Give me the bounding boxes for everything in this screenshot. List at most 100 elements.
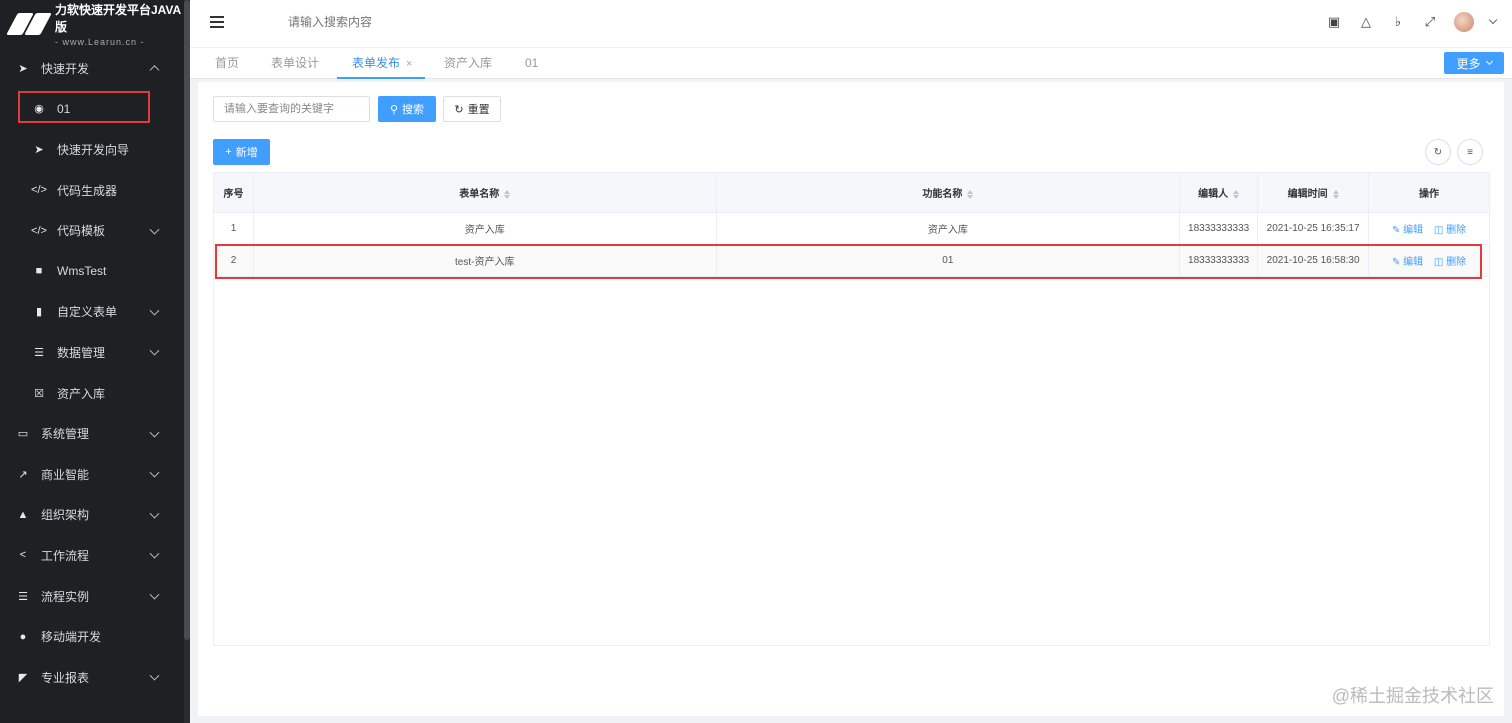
add-button[interactable]: + 新增	[213, 139, 270, 165]
menu-data-management[interactable]: ☰ 数据管理	[0, 332, 190, 373]
database-icon: ☰	[34, 346, 44, 359]
sort-icon[interactable]	[1332, 189, 1339, 199]
menu-workflow[interactable]: < 工作流程	[0, 535, 190, 576]
menu-reports[interactable]: ◤ 专业报表	[0, 657, 190, 698]
menu-process-instance[interactable]: ☰ 流程实例	[0, 576, 190, 617]
column-header: 序号	[213, 172, 254, 213]
column-header[interactable]: 编辑时间	[1257, 172, 1370, 213]
sort-icon[interactable]	[504, 189, 511, 199]
watermark: @稀土掘金技术社区	[1331, 686, 1494, 706]
menu-organization[interactable]: ▲ 组织架构	[0, 495, 190, 536]
keyword-input[interactable]: 请输入要查询的关键字	[213, 96, 370, 122]
menu-asset-inbound[interactable]: ☒ 资产入库	[0, 373, 190, 414]
edit-icon: ✎	[1391, 225, 1401, 236]
page-tabs: 首页 表单设计 表单发布 × 资产入库 01 更多	[190, 48, 1512, 79]
logo-mark-icon	[6, 10, 52, 38]
reset-button[interactable]: ↻ 重置	[443, 96, 501, 122]
tab-label: 首页	[215, 56, 240, 70]
menu-label: 代码模板	[57, 224, 106, 239]
actions-cell: ✎ 编辑 ◫ 删除	[1368, 244, 1490, 277]
menu-system-management[interactable]: ▭ 系统管理	[0, 413, 190, 454]
reset-label: 重置	[467, 104, 490, 116]
table-row[interactable]: 1 资产入库 资产入库 18333333333 2021-10-25 16:35…	[213, 212, 1490, 245]
menu-business-intelligence[interactable]: ↗ 商业智能	[0, 454, 190, 495]
column-header[interactable]: 表单名称	[252, 172, 717, 213]
scrollbar-thumb[interactable]	[184, 0, 190, 640]
close-icon[interactable]: ×	[406, 58, 412, 70]
menu-label: 数据管理	[57, 345, 106, 360]
tab-form-publish[interactable]: 表单发布 ×	[337, 48, 425, 79]
edit-link[interactable]: ✎ 编辑	[1392, 257, 1423, 268]
shirt-icon[interactable]: △	[1358, 14, 1374, 30]
close-box-icon: ☒	[34, 387, 44, 400]
hamburger-menu-icon[interactable]	[210, 16, 224, 28]
menu-wmstest[interactable]: ■ WmsTest	[0, 251, 190, 292]
sidebar-scrollbar[interactable]	[184, 0, 190, 723]
menu-mobile-dev[interactable]: ● 移动端开发	[0, 616, 190, 657]
app-title: 力软快速开发平台JAVA版	[54, 3, 182, 34]
row-index: 1	[213, 212, 254, 245]
column-header-label: 编辑时间	[1287, 189, 1328, 200]
chevron-down-icon	[149, 346, 160, 357]
refresh-icon: ↻	[454, 103, 464, 116]
menu-quick-dev-wizard[interactable]: ➤ 快速开发向导	[0, 129, 190, 170]
editor-cell: 18333333333	[1179, 244, 1259, 277]
plus-icon: +	[225, 146, 232, 158]
table-header-row: 序号 表单名称 功能名称 编辑人 编辑时间 操作	[213, 172, 1490, 213]
table-row[interactable]: 2 test-资产入库 01 18333333333 2021-10-25 16…	[213, 244, 1490, 277]
menu-quick-dev[interactable]: ➤ 快速开发	[0, 48, 190, 89]
column-header[interactable]: 功能名称	[715, 172, 1181, 213]
global-search-input[interactable]	[288, 15, 488, 29]
list-icon: ☰	[18, 590, 28, 603]
chart-line-icon: ↗	[18, 468, 28, 481]
lock-icon[interactable]: ▣	[1326, 14, 1342, 30]
menu-code-generator[interactable]: </> 代码生成器	[0, 170, 190, 211]
menu-label: 组织架构	[41, 508, 90, 523]
column-header-label: 功能名称	[922, 189, 963, 200]
refresh-table-button[interactable]: ↻	[1425, 139, 1451, 165]
edit-time-cell: 2021-10-25 16:58:30	[1257, 244, 1370, 277]
chevron-down-icon[interactable]	[1488, 15, 1498, 25]
row-index: 2	[213, 244, 254, 277]
sort-icon[interactable]	[967, 189, 974, 199]
menu-code-template[interactable]: </> 代码模板	[0, 210, 190, 251]
tab-label: 资产入库	[444, 56, 493, 70]
search-button[interactable]: ⚲ 搜索	[378, 96, 436, 122]
function-name-cell: 01	[715, 244, 1181, 277]
tab-form-design[interactable]: 表单设计	[271, 48, 319, 79]
chevron-down-icon	[149, 670, 160, 681]
edit-icon: ✎	[1391, 257, 1401, 268]
edit-link[interactable]: ✎ 编辑	[1392, 225, 1423, 236]
edit-label: 编辑	[1403, 225, 1424, 236]
fullscreen-icon[interactable]: ⤢	[1422, 14, 1438, 30]
tab-asset-inbound[interactable]: 资产入库	[444, 48, 492, 79]
edit-time-cell: 2021-10-25 16:35:17	[1257, 212, 1370, 245]
search-icon: ⚲	[389, 103, 399, 116]
sort-icon[interactable]	[1233, 189, 1240, 199]
tab-label: 表单设计	[271, 56, 320, 70]
file-icon: ▮	[35, 306, 43, 319]
delete-label: 删除	[1446, 257, 1467, 268]
menu-label: 专业报表	[41, 670, 90, 685]
form-name-cell: test-资产入库	[252, 244, 717, 277]
column-header: 操作	[1368, 172, 1490, 213]
bell-icon[interactable]: ♭	[1390, 14, 1406, 30]
tab-home[interactable]: 首页	[215, 48, 239, 79]
more-button[interactable]: 更多	[1444, 52, 1504, 74]
actions-cell: ✎ 编辑 ◫ 删除	[1368, 212, 1490, 245]
monitor-icon: ▭	[17, 428, 29, 441]
edit-label: 编辑	[1403, 257, 1424, 268]
tab-01[interactable]: 01	[525, 48, 538, 79]
column-settings-button[interactable]: ≡	[1457, 139, 1483, 165]
avatar[interactable]	[1454, 12, 1474, 32]
app-logo[interactable]: 力软快速开发平台JAVA版 - www.Learun.cn -	[0, 0, 190, 48]
more-label: 更多	[1456, 56, 1481, 71]
tab-label: 表单发布	[352, 56, 401, 70]
column-header[interactable]: 编辑人	[1179, 172, 1259, 213]
menu-label: 商业智能	[41, 467, 90, 482]
delete-label: 删除	[1446, 225, 1467, 236]
trash-icon: ◫	[1433, 225, 1444, 236]
delete-link[interactable]: ◫ 删除	[1434, 225, 1466, 236]
menu-custom-form[interactable]: ▮ 自定义表单	[0, 292, 190, 333]
delete-link[interactable]: ◫ 删除	[1434, 257, 1466, 268]
